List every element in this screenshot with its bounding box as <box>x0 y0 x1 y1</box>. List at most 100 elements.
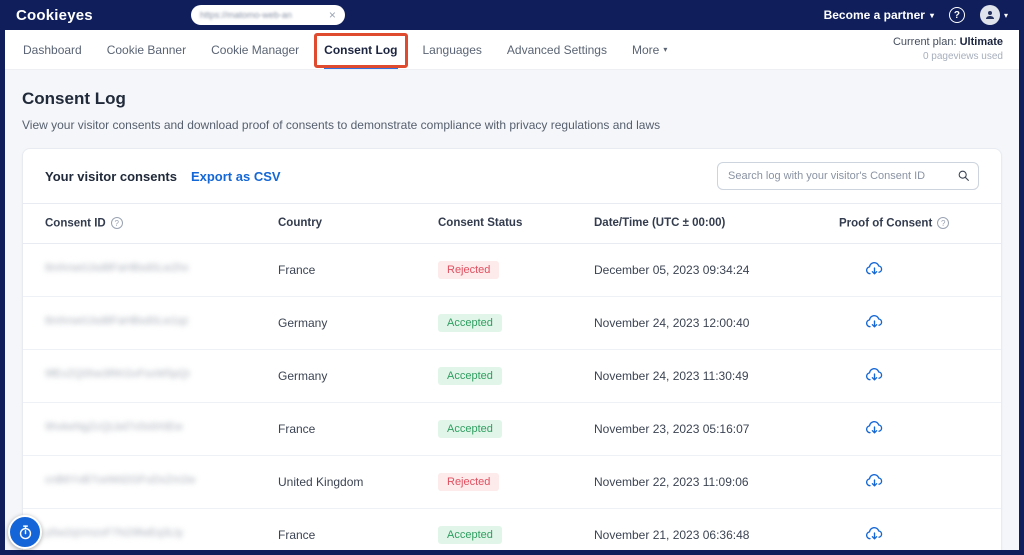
plan-value: Ultimate <box>960 36 1003 48</box>
nav-tab-label: Consent Log <box>324 43 397 57</box>
export-csv-button[interactable]: Export as CSV <box>191 169 281 184</box>
page-title: Consent Log <box>22 89 1002 109</box>
help-icon[interactable]: ? <box>937 217 949 229</box>
status-badge: Accepted <box>438 526 502 544</box>
datetime: November 24, 2023 12:00:40 <box>594 316 749 330</box>
cloud-download-icon <box>865 259 884 278</box>
table-row: p5w2qVmzxF7N29fwEq3Lty France Accepted N… <box>23 508 1001 550</box>
nav-tab-label: Languages <box>423 43 482 57</box>
nav-tab[interactable]: Languages ▾ <box>423 30 482 69</box>
download-proof-button[interactable] <box>839 365 884 384</box>
chevron-down-icon: ▾ <box>1004 11 1008 20</box>
status-badge: Rejected <box>438 473 499 491</box>
nav-tab[interactable]: Dashboard ▾ <box>23 30 82 69</box>
nav-tab[interactable]: Advanced Settings ▾ <box>507 30 607 69</box>
person-icon <box>984 9 996 21</box>
table-header-row: Consent ID? Country Consent Status Date/… <box>23 204 1001 244</box>
top-bar: Cookieyes https://matomo-web-an × Become… <box>0 0 1024 30</box>
consent-search-input[interactable] <box>717 162 979 190</box>
table-row: 9fEvZQ0hw3RKGvFsxW5pQr Germany Accepted … <box>23 349 1001 402</box>
col-datetime: Date/Time (UTC ± 00:00) <box>594 204 839 244</box>
col-country: Country <box>278 204 438 244</box>
download-proof-button[interactable] <box>839 259 884 278</box>
nav-tab[interactable]: Consent Log ▾ <box>324 30 397 69</box>
card-title: Your visitor consents <box>45 169 177 184</box>
search-icon <box>957 169 970 187</box>
site-url-text: https://matomo-web-an <box>200 10 323 20</box>
cloud-download-icon <box>865 524 884 543</box>
download-proof-button[interactable] <box>839 418 884 437</box>
nav-tab-label: Advanced Settings <box>507 43 607 57</box>
status-badge: Accepted <box>438 420 502 438</box>
cloud-download-icon <box>865 365 884 384</box>
close-icon[interactable]: × <box>329 9 336 21</box>
datetime: November 21, 2023 06:36:48 <box>594 528 749 542</box>
consent-table: Consent ID? Country Consent Status Date/… <box>23 203 1001 550</box>
datetime: November 23, 2023 05:16:07 <box>594 422 749 436</box>
datetime: November 24, 2023 11:30:49 <box>594 369 749 383</box>
col-consent-id: Consent ID? <box>23 204 278 244</box>
download-proof-button[interactable] <box>839 312 884 331</box>
datetime: November 22, 2023 11:09:06 <box>594 475 749 489</box>
consent-id: 9fEvZQ0hw3RKGvFsxW5pQr <box>45 368 190 380</box>
table-row: 8mhrse0Jsd8FaHBsd0Lw2hx France Rejected … <box>23 243 1001 296</box>
topbar-actions: Become a partner ▾ ? ▾ <box>824 5 1008 25</box>
cloud-download-icon <box>865 312 884 331</box>
cookieyes-revisit-widget[interactable] <box>8 515 42 549</box>
become-partner-label: Become a partner <box>824 8 925 22</box>
datetime: December 05, 2023 09:34:24 <box>594 263 749 277</box>
consent-id: 8mhrse0Jsd8FaHBsd0Lw1qz <box>45 315 189 327</box>
site-url-pill[interactable]: https://matomo-web-an × <box>191 5 345 25</box>
card-header: Your visitor consents Export as CSV <box>23 149 1001 203</box>
status-badge: Rejected <box>438 261 499 279</box>
plan-info: Current plan: Ultimate 0 pageviews used <box>893 35 1003 64</box>
col-consent-status: Consent Status <box>438 204 594 244</box>
consent-id: 9hvkeNgZcQLbd7x5s9XtEw <box>45 421 183 433</box>
status-badge: Accepted <box>438 314 502 332</box>
cloud-download-icon <box>865 471 884 490</box>
country: France <box>278 422 315 436</box>
nav-tabs: Dashboard ▾ Cookie Banner ▾ Cookie Manag… <box>23 30 692 69</box>
consent-id: 8mhrse0Jsd8FaHBsd0Lw2hx <box>45 262 189 274</box>
nav-tab-label: More <box>632 43 659 57</box>
help-icon[interactable]: ? <box>111 217 123 229</box>
pageviews-used: 0 pageviews used <box>893 50 1003 64</box>
table-row: 8mhrse0Jsd8FaHBsd0Lw1qz Germany Accepted… <box>23 296 1001 349</box>
become-partner-button[interactable]: Become a partner ▾ <box>824 8 934 22</box>
nav-tab-label: Cookie Banner <box>107 43 186 57</box>
nav-tab[interactable]: Cookie Manager ▾ <box>211 30 299 69</box>
status-badge: Accepted <box>438 367 502 385</box>
nav-tab-label: Dashboard <box>23 43 82 57</box>
download-proof-button[interactable] <box>839 524 884 543</box>
consent-id: p5w2qVmzxF7N29fwEq3Lty <box>45 527 183 539</box>
consent-table-body: 8mhrse0Jsd8FaHBsd0Lw2hx France Rejected … <box>23 243 1001 550</box>
nav-bar: Dashboard ▾ Cookie Banner ▾ Cookie Manag… <box>5 30 1019 70</box>
download-proof-button[interactable] <box>839 471 884 490</box>
country: Germany <box>278 316 327 330</box>
main-content: Consent Log View your visitor consents a… <box>5 70 1019 550</box>
help-icon[interactable]: ? <box>949 7 965 23</box>
table-row: 9hvkeNgZcQLbd7x5s9XtEw France Accepted N… <box>23 402 1001 455</box>
stopwatch-icon <box>17 524 34 541</box>
country: France <box>278 528 315 542</box>
cookieyes-logo: Cookieyes <box>16 7 93 24</box>
consent-id: cnB6YxB7ceWd2GFuDxZm2w <box>45 474 195 486</box>
chevron-down-icon: ▾ <box>930 11 934 20</box>
nav-tab[interactable]: Cookie Banner ▾ <box>107 30 186 69</box>
avatar <box>980 5 1000 25</box>
country: France <box>278 263 315 277</box>
country: United Kingdom <box>278 475 363 489</box>
col-proof: Proof of Consent? <box>839 204 1001 244</box>
app-frame: Dashboard ▾ Cookie Banner ▾ Cookie Manag… <box>5 30 1019 550</box>
search-wrap <box>717 162 979 190</box>
chevron-down-icon: ▾ <box>663 45 667 54</box>
page-subtitle: View your visitor consents and download … <box>22 118 1002 132</box>
country: Germany <box>278 369 327 383</box>
nav-tab[interactable]: More ▾ <box>632 30 667 69</box>
consent-log-card: Your visitor consents Export as CSV Cons… <box>22 148 1002 550</box>
current-plan: Current plan: Ultimate <box>893 35 1003 50</box>
cloud-download-icon <box>865 418 884 437</box>
table-row: cnB6YxB7ceWd2GFuDxZm2w United Kingdom Re… <box>23 455 1001 508</box>
nav-tab-label: Cookie Manager <box>211 43 299 57</box>
account-menu[interactable]: ▾ <box>980 5 1008 25</box>
